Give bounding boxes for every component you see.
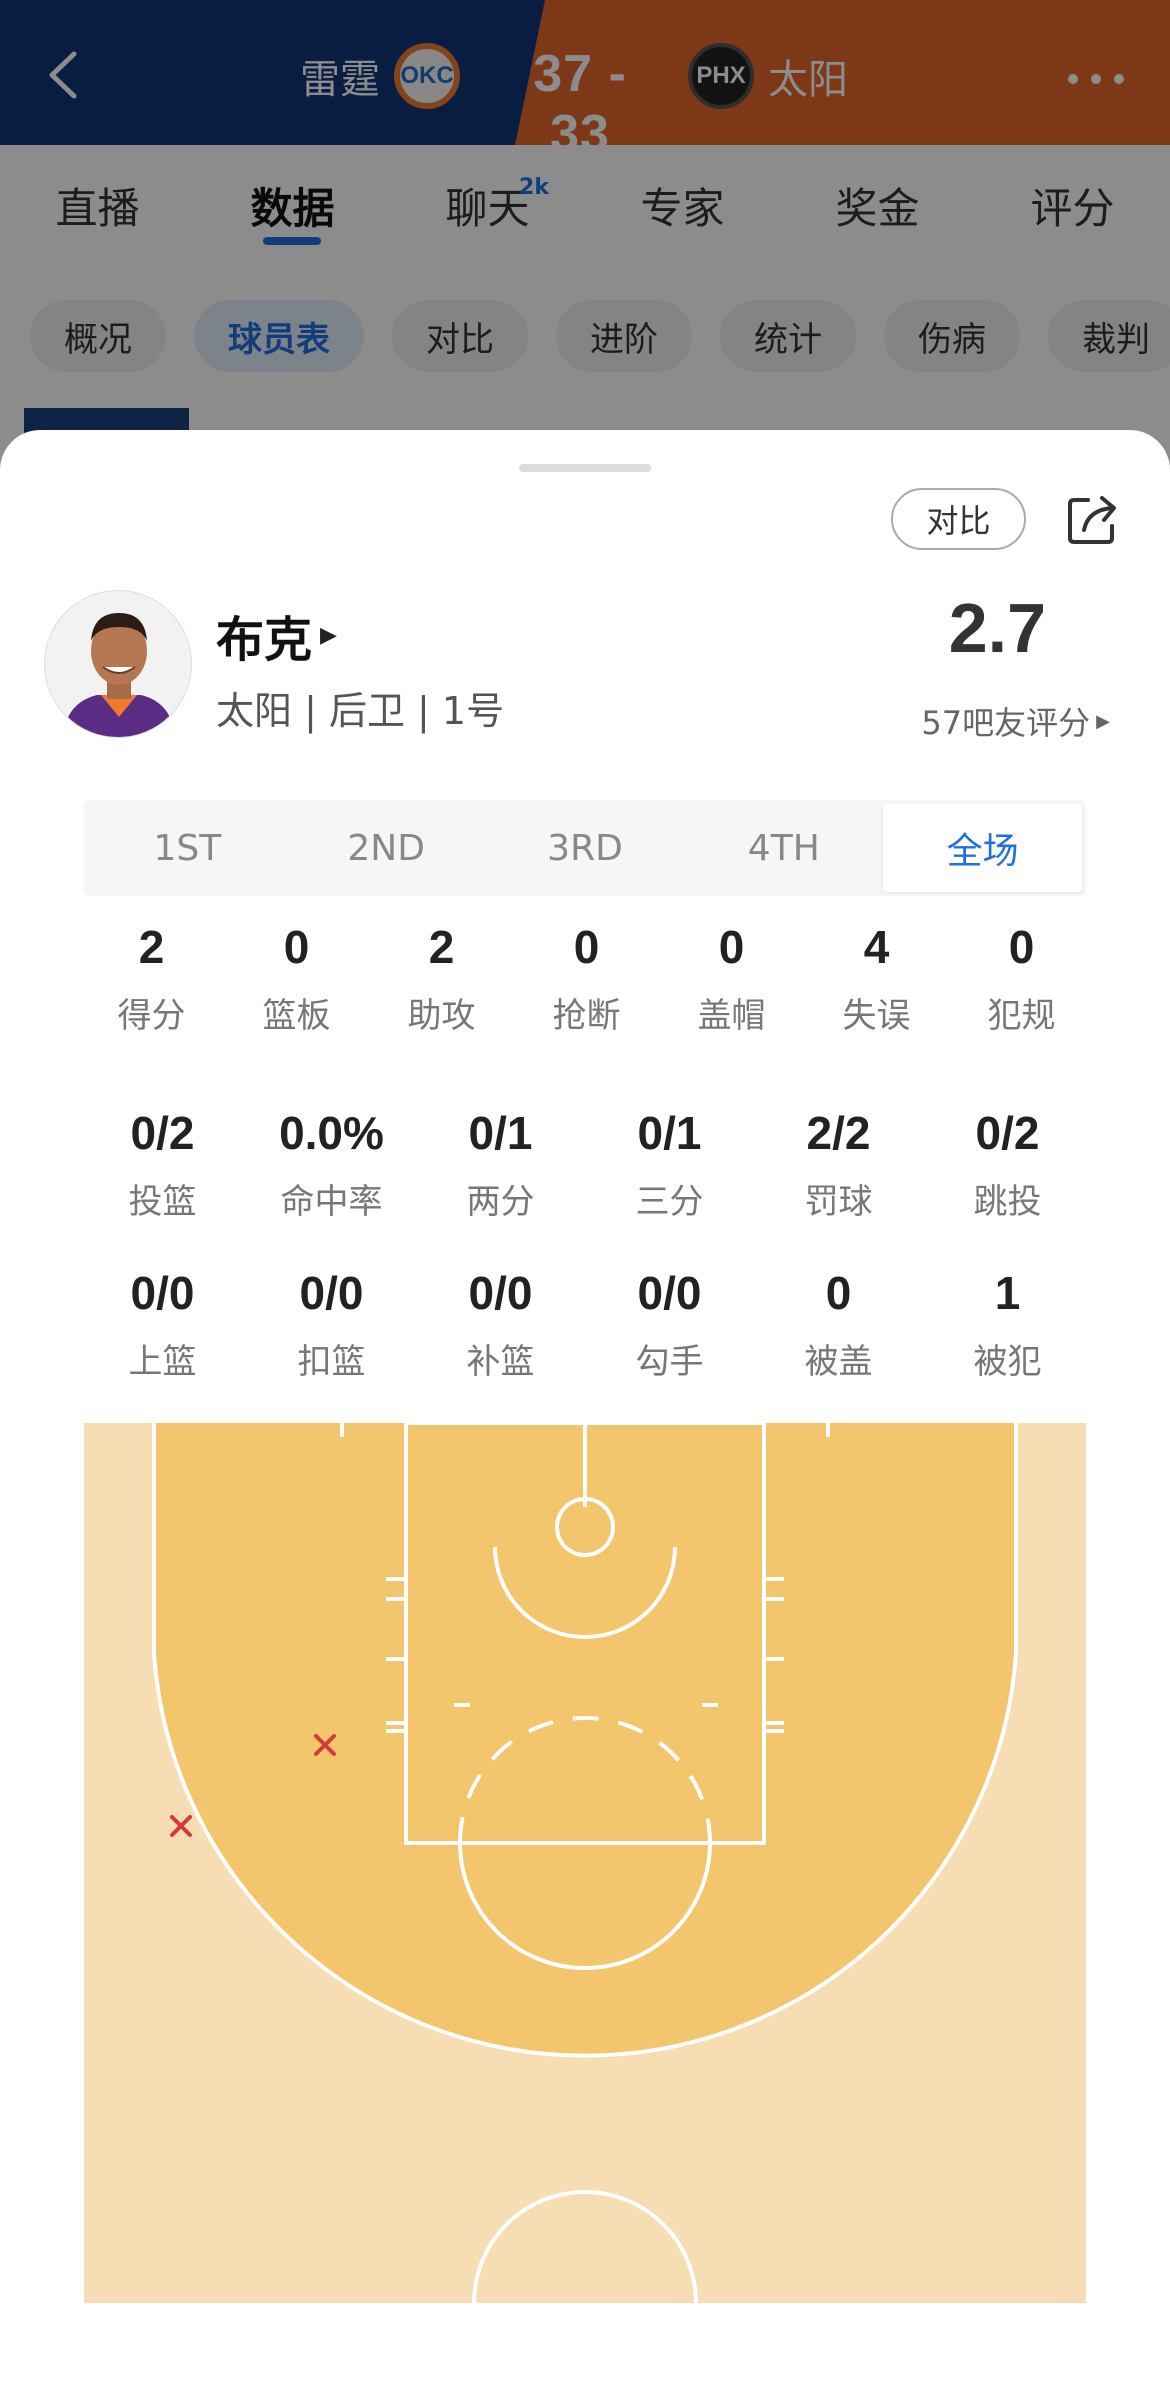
period-selector: 1ST 2ND 3RD 4TH 全场 bbox=[84, 800, 1086, 896]
shot-type-stats-row: 0/0 上篮 0/0 扣篮 0/0 补篮 0/0 勾手 0 被盖 1 被犯 bbox=[78, 1266, 1092, 1383]
sheet-drag-handle[interactable] bbox=[519, 464, 651, 472]
period-tab-2nd[interactable]: 2ND bbox=[287, 804, 486, 892]
stat-fg-percentage: 0.0% 命中率 bbox=[279, 1107, 384, 1222]
player-avatar[interactable] bbox=[44, 590, 192, 738]
player-detail-sheet: 对比 布克 ▶ 太阳 | 后卫 | 1号 2.7 57吧友评分 ▶ 1ST 2ND … bbox=[0, 430, 1170, 2404]
stat-hook-shots: 0/0 勾手 bbox=[635, 1267, 704, 1382]
period-tab-1st[interactable]: 1ST bbox=[88, 804, 287, 892]
caret-right-icon: ▶ bbox=[320, 622, 337, 648]
stat-fouls: 0 犯规 bbox=[987, 921, 1056, 1036]
stat-turnovers: 4 失误 bbox=[842, 921, 911, 1036]
stat-free-throws: 2/2 罚球 bbox=[804, 1107, 873, 1222]
caret-right-icon: ▶ bbox=[1096, 710, 1110, 732]
stat-steals: 0 抢断 bbox=[552, 921, 621, 1036]
stat-dunks: 0/0 扣篮 bbox=[297, 1267, 366, 1382]
shooting-stats-row: 0/2 投篮 0.0% 命中率 0/1 两分 0/1 三分 2/2 罚球 0/2 跳投 bbox=[78, 1106, 1092, 1223]
player-rating: 2.7 bbox=[948, 589, 1046, 667]
basic-stats-row: 2 得分 0 篮板 2 助攻 0 抢断 0 盖帽 4 失误 0 犯规 bbox=[79, 920, 1094, 1037]
stat-blocks: 0 盖帽 bbox=[697, 921, 766, 1036]
player-name[interactable]: 布克 ▶ bbox=[216, 600, 337, 670]
stat-layups: 0/0 上篮 bbox=[128, 1267, 197, 1382]
player-team-position: 太阳 | 后卫 | 1号 bbox=[216, 689, 505, 733]
period-tab-3rd[interactable]: 3RD bbox=[486, 804, 685, 892]
stat-tip-ins: 0/0 补篮 bbox=[466, 1267, 535, 1382]
stat-points: 2 得分 bbox=[117, 921, 186, 1036]
share-icon[interactable] bbox=[1064, 490, 1122, 548]
stat-blocked: 0 被盖 bbox=[804, 1267, 873, 1382]
half-court-diagram bbox=[84, 1423, 1086, 2303]
stat-two-pointers: 0/1 两分 bbox=[466, 1107, 535, 1222]
compare-button[interactable]: 对比 bbox=[891, 488, 1026, 550]
stat-assists: 2 助攻 bbox=[407, 921, 476, 1036]
period-tab-full-game[interactable]: 全场 bbox=[883, 804, 1082, 892]
stat-jump-shots: 0/2 跳投 bbox=[973, 1107, 1042, 1222]
stat-three-pointers: 0/1 三分 bbox=[635, 1107, 704, 1222]
stat-field-goals: 0/2 投篮 bbox=[128, 1107, 197, 1222]
period-tab-4th[interactable]: 4TH bbox=[684, 804, 883, 892]
rating-count-link[interactable]: 57吧友评分 ▶ bbox=[921, 698, 1110, 744]
shot-chart bbox=[84, 1423, 1086, 2303]
stat-fouls-drawn: 1 被犯 bbox=[973, 1267, 1042, 1382]
stat-rebounds: 0 篮板 bbox=[262, 921, 331, 1036]
